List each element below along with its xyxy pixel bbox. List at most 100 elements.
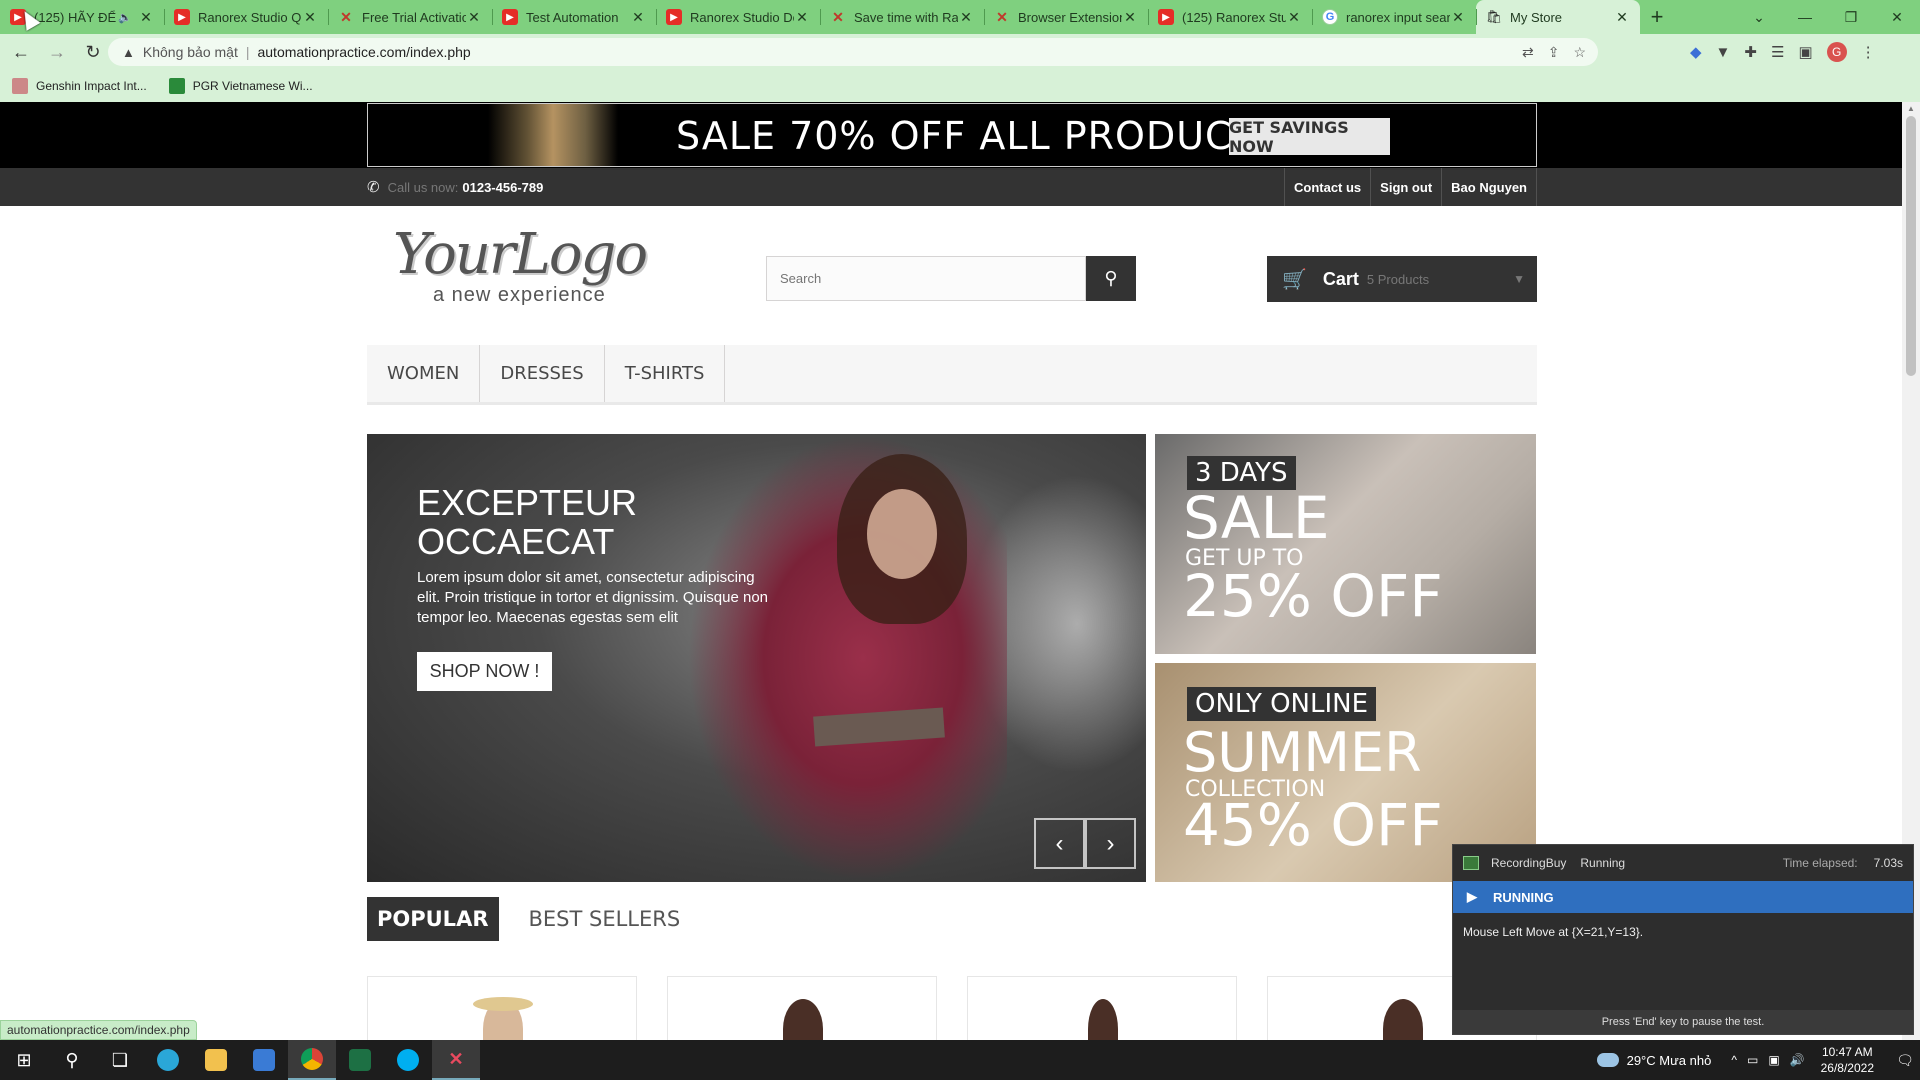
skype-icon[interactable] (384, 1040, 432, 1080)
browser-tab[interactable]: ✕ Save time with Ran ✕ (820, 0, 984, 34)
sign-out-link[interactable]: Sign out (1370, 168, 1441, 206)
browser-tab[interactable]: ✕ Free Trial Activatio ✕ (328, 0, 492, 34)
get-savings-button[interactable]: GET SAVINGS NOW (1229, 118, 1390, 156)
new-tab-button[interactable]: + (1640, 0, 1674, 34)
tab-close-icon[interactable]: ✕ (1450, 9, 1466, 26)
side-panel-icon[interactable]: ▣ (1798, 43, 1812, 61)
vpn-extension-icon[interactable]: ▼ (1716, 44, 1731, 61)
product-card[interactable] (967, 976, 1237, 1040)
clock[interactable]: 10:47 AM 26/8/2022 (1821, 1044, 1874, 1076)
restore-button[interactable]: ❐ (1828, 0, 1874, 34)
minimize-button[interactable]: — (1782, 0, 1828, 34)
extension-icons: ◆ ▼ ✚ ☰ ▣ G ⋮ (1690, 34, 1876, 70)
scrollbar-thumb[interactable] (1906, 116, 1916, 376)
translate-icon[interactable]: ⇄ (1522, 44, 1534, 61)
tab-close-icon[interactable]: ✕ (1614, 9, 1630, 26)
sale-banner[interactable]: SALE 70% OFF ALL PRODUCTS GET SAVINGS NO… (367, 103, 1537, 167)
tab-search-icon[interactable]: ⌄ (1736, 0, 1782, 34)
slider-prev-button[interactable]: ‹ (1034, 818, 1085, 869)
chevron-up-icon[interactable]: ^ (1731, 1053, 1737, 1067)
call-us: ✆ Call us now: 0123-456-789 (367, 178, 543, 196)
weather-widget[interactable]: 29°C Mưa nhỏ (1596, 1053, 1711, 1068)
profile-avatar[interactable]: G (1826, 42, 1847, 62)
ranorex-taskbar-icon[interactable]: ✕ (432, 1040, 480, 1080)
google-icon: G (1322, 9, 1338, 25)
excel-icon[interactable] (336, 1040, 384, 1080)
promo-sale-25[interactable]: 3 DAYS SALE GET UP TO 25% OFF (1155, 434, 1536, 654)
not-secure-icon[interactable]: ▲ (122, 45, 135, 60)
product-card[interactable] (667, 976, 937, 1040)
browser-tab[interactable]: ▶ Ranorex Studio Qu ✕ (164, 0, 328, 34)
share-icon[interactable]: ⇪ (1548, 44, 1560, 61)
url-text[interactable]: automationpractice.com/index.php (257, 44, 470, 60)
slider-model-face (867, 489, 937, 579)
header-nav-bar: ✆ Call us now: 0123-456-789 Contact us S… (0, 168, 1902, 206)
tab-best-sellers[interactable]: BEST SELLERS (519, 897, 691, 941)
tab-close-icon[interactable]: ✕ (630, 9, 646, 26)
battery-icon[interactable]: ▭ (1747, 1053, 1758, 1067)
bookmark-star-icon[interactable]: ☆ (1573, 44, 1586, 61)
clock-time: 10:47 AM (1821, 1045, 1873, 1059)
browser-tab[interactable]: Granorex input sear ✕ (1312, 0, 1476, 34)
search-input[interactable] (766, 256, 1086, 301)
product-card[interactable] (367, 976, 637, 1040)
ranorex-recording-icon (1463, 856, 1479, 870)
clock-date: 26/8/2022 (1820, 1061, 1874, 1075)
site-logo[interactable]: YourLogo a new experience (393, 222, 673, 308)
forward-button[interactable]: → (42, 37, 72, 67)
account-link[interactable]: Bao Nguyen (1441, 168, 1537, 206)
translate-extension-icon[interactable]: ◆ (1690, 43, 1702, 61)
ranorex-runner-panel: RecordingBuy Running Time elapsed: 7.03s… (1452, 844, 1914, 1035)
address-bar[interactable]: ▲ Không bảo mật | automationpractice.com… (108, 38, 1598, 66)
network-icon[interactable]: ▣ (1768, 1053, 1779, 1067)
media-control-icon[interactable]: ☰ (1771, 43, 1784, 61)
browser-tab[interactable]: 🛍 My Store ✕ (1476, 0, 1640, 34)
extensions-puzzle-icon[interactable]: ✚ (1744, 43, 1757, 61)
notification-icon[interactable]: 🗨 (1890, 1052, 1920, 1069)
scroll-up-icon[interactable]: ▲ (1907, 104, 1915, 113)
slider-next-button[interactable]: › (1085, 818, 1136, 869)
tab-close-icon[interactable]: ✕ (302, 9, 318, 26)
ranorex-icon: ✕ (832, 8, 844, 25)
tab-close-icon[interactable]: ✕ (1286, 9, 1302, 26)
store-icon[interactable] (240, 1040, 288, 1080)
product-image (783, 999, 823, 1040)
browser-tab[interactable]: ▶ Ranorex Studio De ✕ (656, 0, 820, 34)
menu-item-women[interactable]: WOMEN (367, 345, 481, 402)
tab-close-icon[interactable]: ✕ (466, 9, 482, 26)
search-button[interactable]: ⚲ (1086, 256, 1136, 301)
security-label[interactable]: Không bảo mật (143, 44, 238, 60)
bookmark-pgr[interactable]: PGR Vietnamese Wi... (168, 78, 313, 94)
tab-close-icon[interactable]: ✕ (1122, 9, 1138, 26)
elapsed-label: Time elapsed: (1782, 856, 1858, 870)
chrome-taskbar-icon[interactable] (288, 1040, 336, 1080)
volume-icon[interactable]: 🔊 (1790, 1053, 1805, 1067)
chrome-menu-icon[interactable]: ⋮ (1861, 43, 1876, 61)
menu-item-tshirts[interactable]: T-SHIRTS (605, 345, 726, 402)
shop-now-button[interactable]: SHOP NOW ! (417, 652, 552, 691)
bookmark-genshin[interactable]: Genshin Impact Int... (12, 78, 147, 94)
tab-label: ranorex input sear (1346, 9, 1450, 25)
close-window-button[interactable]: ✕ (1874, 0, 1920, 34)
homepage-slider[interactable]: EXCEPTEUR OCCAECAT Lorem ipsum dolor sit… (367, 434, 1146, 882)
action-log: Mouse Left Move at {X=21,Y=13}. (1463, 925, 1644, 939)
tab-close-icon[interactable]: ✕ (794, 9, 810, 26)
browser-tab[interactable]: ✕ Browser Extension ✕ (984, 0, 1148, 34)
tab-close-icon[interactable]: ✕ (138, 9, 154, 26)
browser-tab[interactable]: ▶ (125) Ranorex Stud ✕ (1148, 0, 1312, 34)
menu-item-dresses[interactable]: DRESSES (480, 345, 605, 402)
tab-label: Free Trial Activatio (362, 9, 466, 25)
search-taskbar-icon[interactable]: ⚲ (48, 1040, 96, 1080)
reload-button[interactable]: ↻ (78, 37, 108, 67)
tab-audio-icon[interactable]: 🔈 (118, 11, 132, 24)
cart-button[interactable]: 🛒 Cart 5 Products ▼ (1267, 256, 1537, 302)
windows-start-icon[interactable]: ⊞ (0, 1040, 48, 1080)
tab-close-icon[interactable]: ✕ (958, 9, 974, 26)
file-explorer-icon[interactable] (192, 1040, 240, 1080)
back-button[interactable]: ← (6, 37, 36, 67)
tab-popular[interactable]: POPULAR (367, 897, 499, 941)
task-view-icon[interactable]: ❏ (96, 1040, 144, 1080)
browser-tab[interactable]: ▶ Test Automation ✕ (492, 0, 656, 34)
edge-icon[interactable] (144, 1040, 192, 1080)
contact-us-link[interactable]: Contact us (1283, 168, 1370, 206)
